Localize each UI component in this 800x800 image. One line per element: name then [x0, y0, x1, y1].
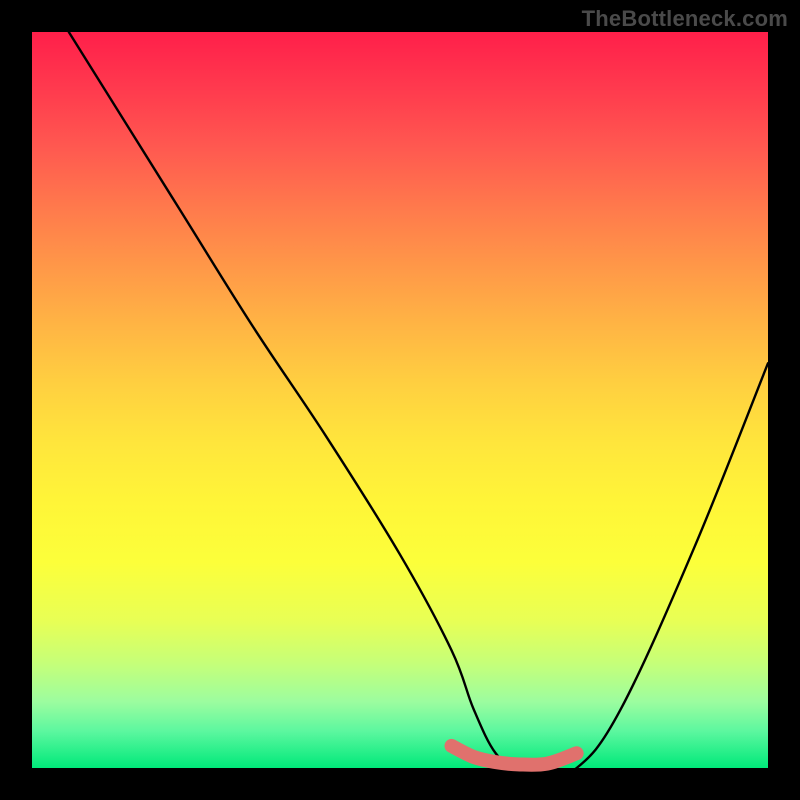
- bottleneck-curve: [69, 32, 768, 773]
- optimal-zone-marker: [452, 746, 577, 765]
- attribution-text: TheBottleneck.com: [582, 6, 788, 32]
- plot-svg: [32, 32, 768, 768]
